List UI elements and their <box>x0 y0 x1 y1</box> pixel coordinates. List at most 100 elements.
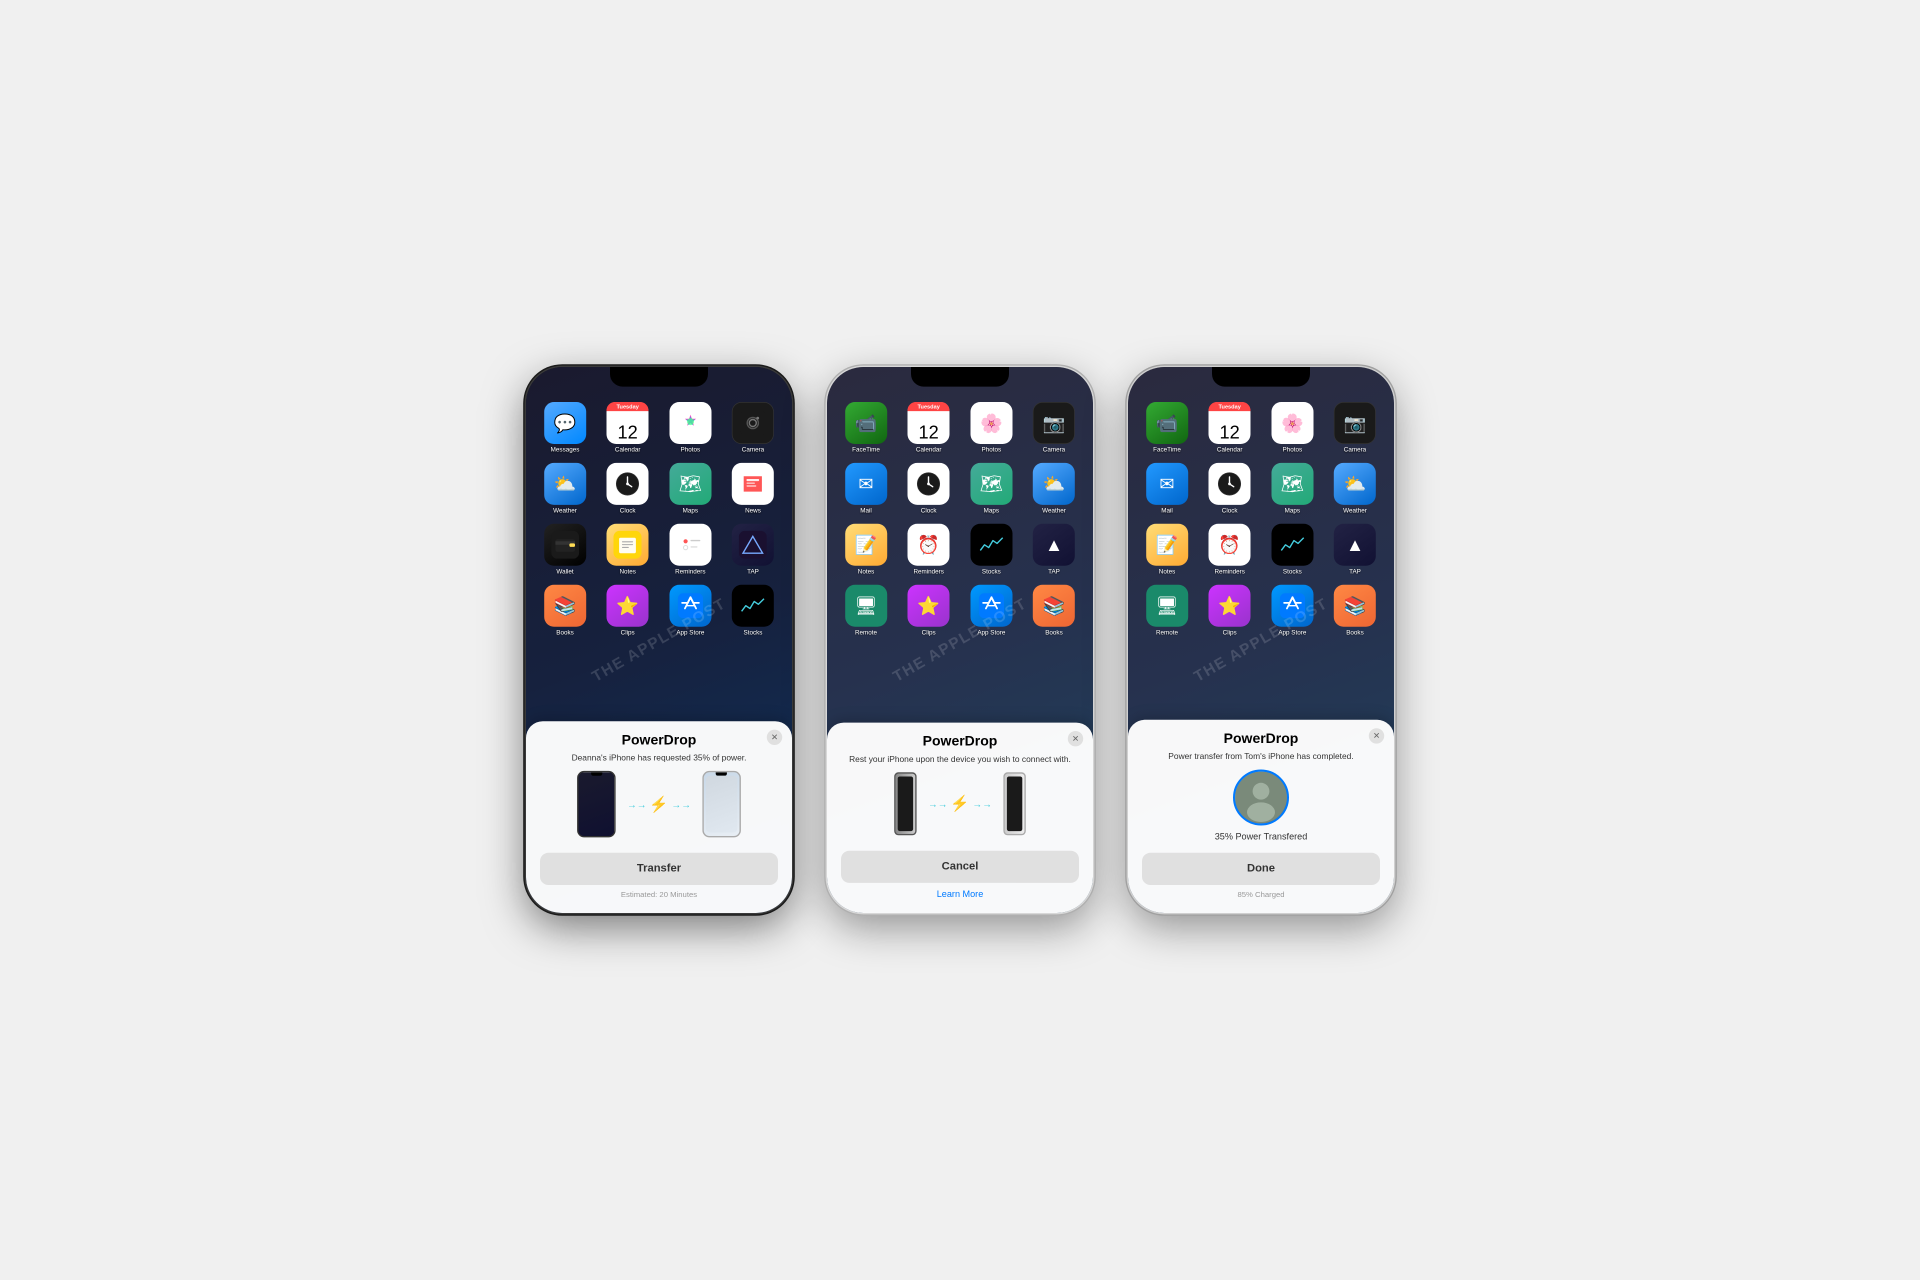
modal-footer-1: Estimated: 20 Minutes <box>540 891 778 899</box>
stocks-label: Stocks <box>744 629 763 636</box>
reminders-icon-3: ⏰ <box>1209 524 1251 566</box>
app-grid-2: 📹 FaceTime Tuesday 12 Calendar 🌸 Photos … <box>827 395 1093 643</box>
books-icon: 📚 <box>544 585 586 627</box>
books-label-2: Books <box>1045 629 1063 636</box>
app-clock-2[interactable]: Clock <box>901 463 957 514</box>
close-button-1[interactable]: ✕ <box>767 730 782 745</box>
notes-icon <box>607 524 649 566</box>
app-screen-3[interactable]: 🖥 Remote <box>1139 585 1195 636</box>
phone-2: 📹 FaceTime Tuesday 12 Calendar 🌸 Photos … <box>824 227 1097 1053</box>
reminders-label-3: Reminders <box>1214 568 1244 575</box>
app-calendar[interactable]: Tuesday 12 Calendar <box>600 402 656 453</box>
facetime-label-2: FaceTime <box>852 446 880 453</box>
maps-label: Maps <box>683 507 698 514</box>
app-maps-2[interactable]: 🗺 Maps <box>964 463 1020 514</box>
app-facetime-3[interactable]: 📹 FaceTime <box>1139 402 1195 453</box>
modal-subtitle-3: Power transfer from Tom's iPhone has com… <box>1142 751 1380 761</box>
app-weather-2[interactable]: ⛅ Weather <box>1026 463 1082 514</box>
app-reminders[interactable]: Reminders <box>663 524 719 575</box>
close-button-3[interactable]: ✕ <box>1369 728 1384 743</box>
clock-label-2: Clock <box>921 507 937 514</box>
app-mail-3[interactable]: ✉ Mail <box>1139 463 1195 514</box>
app-appstore-3[interactable]: App Store <box>1265 585 1321 636</box>
app-reminders-3[interactable]: ⏰ Reminders <box>1202 524 1258 575</box>
clock-icon-3 <box>1209 463 1251 505</box>
transfer-button[interactable]: Transfer <box>540 853 778 885</box>
mail-label-3: Mail <box>1161 507 1173 514</box>
app-clock[interactable]: Clock <box>600 463 656 514</box>
modal-title-2: PowerDrop <box>841 734 1079 750</box>
cancel-button[interactable]: Cancel <box>841 851 1079 883</box>
mail-icon-2: ✉ <box>845 463 887 505</box>
close-button-2[interactable]: ✕ <box>1068 731 1083 746</box>
screen-label: Remote <box>855 629 877 636</box>
app-camera[interactable]: Camera <box>725 402 781 453</box>
app-photos[interactable]: Photos <box>663 402 719 453</box>
app-calendar-2[interactable]: Tuesday 12 Calendar <box>901 402 957 453</box>
tap-label-2: TAP <box>1048 568 1060 575</box>
weather-icon-3: ⛅ <box>1334 463 1376 505</box>
facetime-icon-3: 📹 <box>1146 402 1188 444</box>
tap-icon-3: ▲ <box>1334 524 1376 566</box>
camera-icon-2: 📷 <box>1033 402 1075 444</box>
app-books-3[interactable]: 📚 Books <box>1327 585 1383 636</box>
stocks-label-2: Stocks <box>982 568 1001 575</box>
app-wallet[interactable]: Wallet <box>537 524 593 575</box>
weather-label: Weather <box>553 507 577 514</box>
phone-frame-3: 📹 FaceTime Tuesday 12 Calendar 🌸 Photos … <box>1128 367 1394 913</box>
app-facetime-2[interactable]: 📹 FaceTime <box>838 402 894 453</box>
star-label-2: Clips <box>922 629 936 636</box>
phone-1: 💬 Messages Tuesday 12 Calendar <box>523 227 796 1053</box>
learn-more-link[interactable]: Learn More <box>841 889 1079 900</box>
app-stocks[interactable]: Stocks <box>725 585 781 636</box>
app-clock-3[interactable]: Clock <box>1202 463 1258 514</box>
app-maps-3[interactable]: 🗺 Maps <box>1265 463 1321 514</box>
app-screen[interactable]: 🖥 Remote <box>838 585 894 636</box>
app-reminders-2[interactable]: ⏰ Reminders <box>901 524 957 575</box>
app-stocks-2[interactable]: Stocks <box>964 524 1020 575</box>
app-photos-2[interactable]: 🌸 Photos <box>964 402 1020 453</box>
app-photos-3[interactable]: 🌸 Photos <box>1265 402 1321 453</box>
app-books-2[interactable]: 📚 Books <box>1026 585 1082 636</box>
app-mail-2[interactable]: ✉ Mail <box>838 463 894 514</box>
star-label-3: Clips <box>1223 629 1237 636</box>
maps-icon-3: 🗺 <box>1271 463 1313 505</box>
app-appstore-2[interactable]: App Store <box>964 585 1020 636</box>
app-itunes[interactable]: ⭐ Clips <box>600 585 656 636</box>
app-weather[interactable]: ⛅ Weather <box>537 463 593 514</box>
weather-icon-2: ⛅ <box>1033 463 1075 505</box>
app-weather-3[interactable]: ⛅ Weather <box>1327 463 1383 514</box>
app-books[interactable]: 📚 Books <box>537 585 593 636</box>
screen-label-3: Remote <box>1156 629 1178 636</box>
app-star-3[interactable]: ⭐ Clips <box>1202 585 1258 636</box>
app-maps[interactable]: 🗺 Maps <box>663 463 719 514</box>
app-calendar-3[interactable]: Tuesday 12 Calendar <box>1202 402 1258 453</box>
app-appstore[interactable]: App Store <box>663 585 719 636</box>
maps-icon-2: 🗺 <box>970 463 1012 505</box>
modal-subtitle-1: Deanna's iPhone has requested 35% of pow… <box>540 753 778 763</box>
app-camera-3[interactable]: 📷 Camera <box>1327 402 1383 453</box>
notch-3 <box>1212 367 1310 387</box>
app-notes[interactable]: Notes <box>600 524 656 575</box>
appstore-icon-3 <box>1271 585 1313 627</box>
calendar-day-3: Tuesday <box>1209 402 1251 411</box>
phone-screen-2: 📹 FaceTime Tuesday 12 Calendar 🌸 Photos … <box>827 367 1093 913</box>
app-tap-2[interactable]: ▲ TAP <box>1026 524 1082 575</box>
done-button[interactable]: Done <box>1142 853 1380 885</box>
app-camera-2[interactable]: 📷 Camera <box>1026 402 1082 453</box>
app-news[interactable]: News <box>725 463 781 514</box>
app-stocks-3[interactable]: Stocks <box>1265 524 1321 575</box>
user-avatar <box>1233 770 1289 826</box>
app-tap[interactable]: TAP <box>725 524 781 575</box>
stocks-icon-3 <box>1271 524 1313 566</box>
powerdrop-modal-3: ✕ PowerDrop Power transfer from Tom's iP… <box>1128 720 1394 913</box>
app-star-2[interactable]: ⭐ Clips <box>901 585 957 636</box>
app-notes-3[interactable]: 📝 Notes <box>1139 524 1195 575</box>
app-grid-1: 💬 Messages Tuesday 12 Calendar <box>526 395 792 643</box>
app-messages[interactable]: 💬 Messages <box>537 402 593 453</box>
phone-screen-3: 📹 FaceTime Tuesday 12 Calendar 🌸 Photos … <box>1128 367 1394 913</box>
app-notes-2[interactable]: 📝 Notes <box>838 524 894 575</box>
app-tap-3[interactable]: ▲ TAP <box>1327 524 1383 575</box>
camera-icon-3: 📷 <box>1334 402 1376 444</box>
weather-label-3: Weather <box>1343 507 1367 514</box>
